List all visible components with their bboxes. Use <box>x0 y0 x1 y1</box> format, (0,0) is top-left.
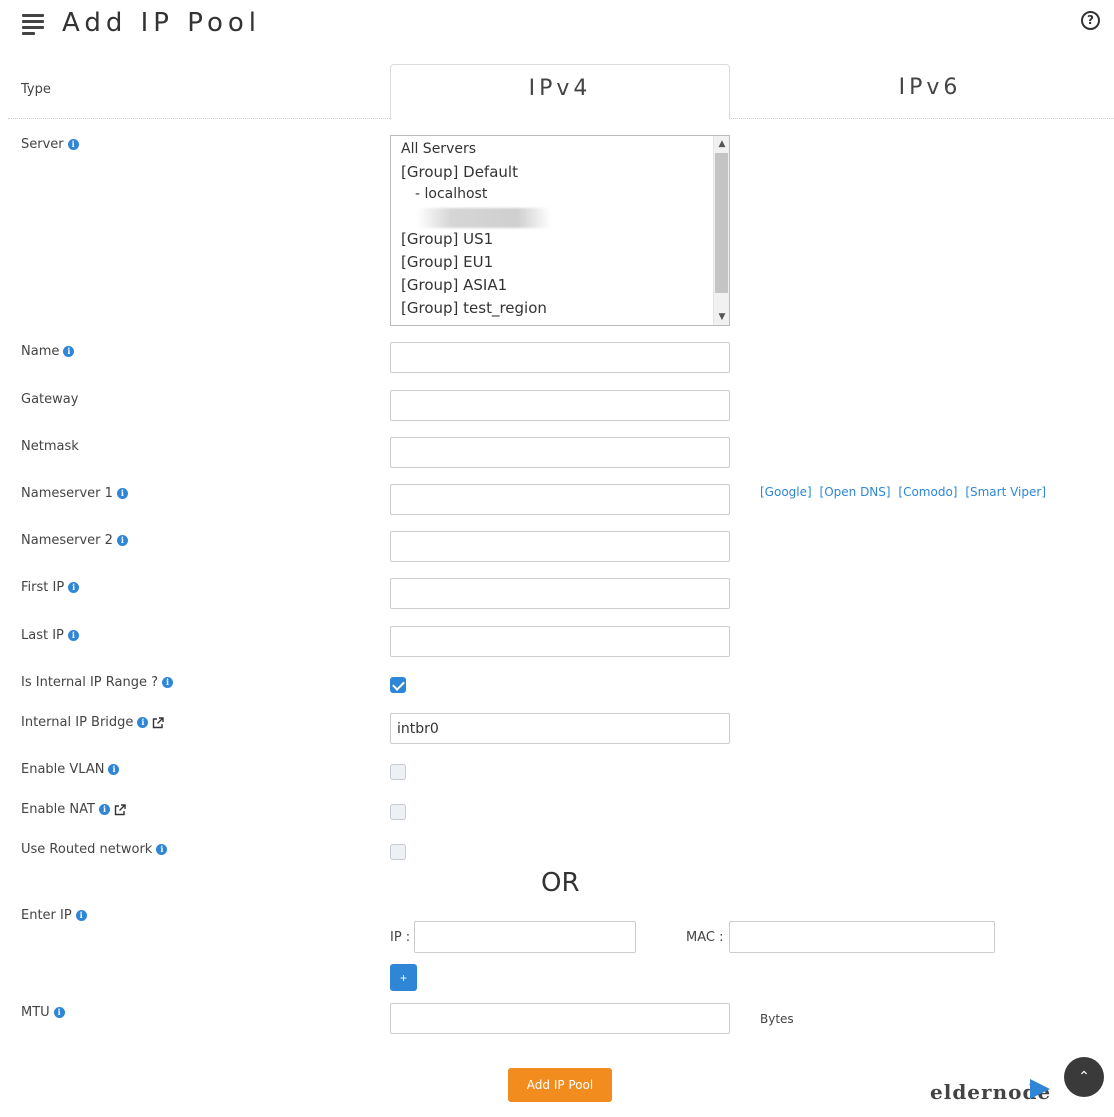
internal-bridge-label-text: Internal IP Bridge <box>21 715 134 730</box>
routed-network-checkbox[interactable] <box>390 844 406 860</box>
server-label: Server i <box>21 137 79 152</box>
mac-input[interactable] <box>729 921 995 953</box>
preset-smartviper-link[interactable]: [Smart Viper] <box>965 485 1046 499</box>
nameserver2-input[interactable] <box>390 531 730 562</box>
first-ip-label-text: First IP <box>21 580 65 595</box>
last-ip-label: Last IP i <box>21 628 79 643</box>
enable-vlan-label-text: Enable VLAN <box>21 762 105 777</box>
mac-label: MAC : <box>686 930 724 945</box>
server-option[interactable]: [Group] ASIA1 <box>401 276 507 294</box>
server-label-text: Server <box>21 137 64 152</box>
nameserver2-label-text: Nameserver 2 <box>21 533 113 548</box>
enable-nat-label: Enable NAT i <box>21 802 126 817</box>
menu-icon[interactable] <box>22 14 44 36</box>
enable-vlan-label: Enable VLAN i <box>21 762 120 777</box>
first-ip-label: First IP i <box>21 580 80 595</box>
scroll-to-top-icon[interactable]: ⌃ <box>1064 1057 1104 1097</box>
ip-input[interactable] <box>414 921 636 953</box>
server-option[interactable]: [Group] US1 <box>401 230 493 248</box>
scroll-thumb[interactable] <box>715 153 728 293</box>
mtu-unit: Bytes <box>760 1012 794 1026</box>
redacted-server-option <box>417 208 551 228</box>
info-icon[interactable]: i <box>67 630 79 641</box>
netmask-label-text: Netmask <box>21 439 79 454</box>
info-icon[interactable]: i <box>116 488 128 499</box>
info-icon[interactable]: i <box>53 1007 65 1018</box>
routed-network-label-text: Use Routed network <box>21 842 153 857</box>
netmask-label: Netmask <box>21 439 79 454</box>
or-separator: OR <box>541 868 580 898</box>
enter-ip-label: Enter IP i <box>21 908 87 923</box>
server-option[interactable]: [Group] test_region <box>401 299 547 317</box>
info-icon[interactable]: i <box>108 764 120 775</box>
last-ip-label-text: Last IP <box>21 628 64 643</box>
last-ip-input[interactable] <box>390 626 730 657</box>
netmask-input[interactable] <box>390 437 730 468</box>
tab-ipv6[interactable]: IPv6 <box>760 64 1100 120</box>
gateway-label: Gateway <box>21 392 78 407</box>
scroll-up-icon[interactable]: ▲ <box>714 136 729 152</box>
enable-vlan-checkbox[interactable] <box>390 764 406 780</box>
external-link-icon[interactable] <box>152 716 165 729</box>
gateway-input[interactable] <box>390 390 730 421</box>
name-input[interactable] <box>390 342 730 373</box>
nameserver1-label: Nameserver 1 i <box>21 486 128 501</box>
logo-arrow-icon <box>1030 1079 1050 1099</box>
internal-bridge-label: Internal IP Bridge i <box>21 715 165 730</box>
add-ip-button[interactable]: + <box>390 964 417 991</box>
server-option[interactable]: [Group] EU1 <box>401 253 493 271</box>
info-icon[interactable]: i <box>67 139 79 150</box>
nameserver1-input[interactable] <box>390 484 730 515</box>
routed-network-label: Use Routed network i <box>21 842 168 857</box>
info-icon[interactable]: i <box>68 582 80 593</box>
preset-opendns-link[interactable]: [Open DNS] <box>820 485 891 499</box>
enable-nat-label-text: Enable NAT <box>21 802 95 817</box>
add-ip-pool-button[interactable]: Add IP Pool <box>508 1068 612 1102</box>
enter-ip-label-text: Enter IP <box>21 908 72 923</box>
server-option[interactable]: - localhost <box>415 186 487 202</box>
info-icon[interactable]: i <box>98 804 110 815</box>
preset-comodo-link[interactable]: [Comodo] <box>898 485 957 499</box>
info-icon[interactable]: i <box>162 677 174 688</box>
internal-range-checkbox[interactable] <box>390 677 406 693</box>
nameserver1-label-text: Nameserver 1 <box>21 486 113 501</box>
mtu-label-text: MTU <box>21 1005 50 1020</box>
server-option[interactable]: [Group] Default <box>401 163 518 181</box>
external-link-icon[interactable] <box>114 803 126 816</box>
mtu-label: MTU i <box>21 1005 65 1020</box>
info-icon[interactable]: i <box>156 844 168 855</box>
nameserver-presets: [Google] [Open DNS] [Comodo] [Smart Vipe… <box>760 485 1050 499</box>
page-title: Add IP Pool <box>62 8 262 38</box>
info-icon[interactable]: i <box>137 717 149 728</box>
server-select[interactable]: All Servers [Group] Default - localhost … <box>390 135 730 326</box>
enable-nat-checkbox[interactable] <box>390 804 406 820</box>
name-label: Name i <box>21 344 75 359</box>
type-label: Type <box>21 82 51 97</box>
tab-ipv4[interactable]: IPv4 <box>390 64 730 120</box>
info-icon[interactable]: i <box>75 910 87 921</box>
internal-range-label-text: Is Internal IP Range ? <box>21 675 159 690</box>
scrollbar[interactable]: ▲ ▼ <box>713 136 729 325</box>
scroll-down-icon[interactable]: ▼ <box>714 309 729 325</box>
mtu-input[interactable] <box>390 1003 730 1034</box>
help-icon[interactable]: ? <box>1081 11 1100 30</box>
internal-range-label: Is Internal IP Range ? i <box>21 675 174 690</box>
gateway-label-text: Gateway <box>21 392 79 407</box>
internal-bridge-input[interactable] <box>390 713 730 744</box>
first-ip-input[interactable] <box>390 578 730 609</box>
info-icon[interactable]: i <box>63 346 75 357</box>
ip-label: IP : <box>390 930 411 945</box>
preset-google-link[interactable]: [Google] <box>760 485 812 499</box>
name-label-text: Name <box>21 344 60 359</box>
nameserver2-label: Nameserver 2 i <box>21 533 128 548</box>
server-option[interactable]: All Servers <box>401 141 476 157</box>
info-icon[interactable]: i <box>116 535 128 546</box>
